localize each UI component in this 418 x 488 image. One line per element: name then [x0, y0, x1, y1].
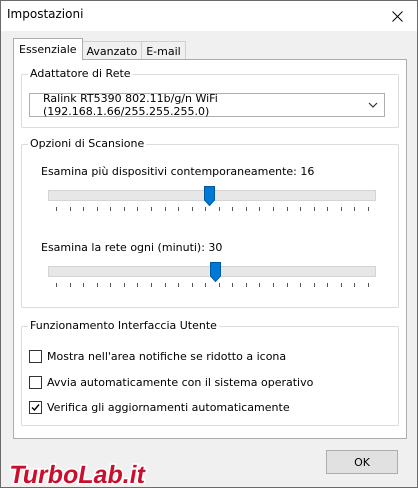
- slider-tick: [164, 207, 166, 211]
- slider-tick: [218, 207, 220, 211]
- slider-tick: [273, 283, 275, 287]
- slider-tick: [313, 283, 315, 287]
- slider-tick: [123, 283, 125, 287]
- tab-strip: Essenziale Avanzato E-mail: [13, 38, 186, 60]
- tab-avanzato[interactable]: Avanzato: [81, 41, 143, 60]
- slider-tick: [56, 207, 57, 211]
- slider-tick: [259, 207, 261, 211]
- slider-tick: [218, 283, 220, 287]
- tray-minimize-label: Mostra nell'area notifiche se ridotto a …: [47, 350, 287, 363]
- slider-tick: [150, 283, 152, 287]
- slider-tick: [232, 207, 234, 211]
- slider-tick: [191, 207, 193, 211]
- ui-behaviour-legend: Funzionamento Interfaccia Utente: [28, 319, 219, 332]
- ok-button[interactable]: OK: [326, 450, 398, 474]
- slider-tick: [110, 283, 112, 287]
- option-tray-minimize[interactable]: Mostra nell'area notifiche se ridotto a …: [29, 350, 286, 363]
- checkmark-icon: [31, 404, 40, 412]
- turbolab-watermark: TurboLab.it: [6, 460, 150, 488]
- option-autostart[interactable]: Avvia automaticamente con il sistema ope…: [29, 376, 313, 389]
- slider-tick: [96, 283, 98, 287]
- slider-tick: [123, 207, 125, 211]
- slider-tick: [178, 207, 180, 211]
- scan-options-legend: Opzioni di Scansione: [28, 137, 147, 150]
- slider-tick: [83, 283, 85, 287]
- slider-tick: [191, 283, 193, 287]
- slider-tick: [69, 283, 71, 287]
- interval-slider-ticks: [48, 283, 376, 289]
- slider-tick: [300, 207, 302, 211]
- adapter-select[interactable]: Ralink RT5390 802.11b/g/n WiFi (192.168.…: [29, 92, 385, 118]
- slider-tick: [354, 283, 356, 287]
- slider-tick: [178, 283, 180, 287]
- slider-tick: [340, 207, 342, 211]
- check-updates-checkbox[interactable]: [29, 401, 42, 414]
- slider-tick: [368, 207, 369, 211]
- option-check-updates[interactable]: Verifica gli aggiornamenti automaticamen…: [29, 401, 290, 414]
- window-title: Impostazioni: [7, 7, 84, 21]
- slider-tick: [164, 283, 166, 287]
- slider-tick: [83, 207, 85, 211]
- slider-tick: [327, 207, 329, 211]
- close-icon: [391, 10, 403, 22]
- devices-slider-thumb[interactable]: [203, 186, 215, 206]
- ok-button-label: OK: [354, 455, 370, 469]
- slider-tick: [245, 283, 247, 287]
- slider-tick: [368, 283, 369, 287]
- slider-tick: [150, 207, 152, 211]
- slider-tick: [110, 207, 112, 211]
- slider-tick: [137, 283, 139, 287]
- slider-tick: [205, 207, 207, 211]
- check-updates-label: Verifica gli aggiornamenti automaticamen…: [47, 401, 290, 414]
- autostart-label: Avvia automaticamente con il sistema ope…: [47, 376, 314, 389]
- tray-minimize-checkbox[interactable]: [29, 350, 42, 363]
- tab-label: E-mail: [146, 44, 181, 58]
- slider-tick: [137, 207, 139, 211]
- svg-text:TurboLab.it: TurboLab.it: [7, 461, 148, 488]
- slider-tick: [300, 283, 302, 287]
- slider-tick: [96, 207, 98, 211]
- devices-label: Esamina più dispositivi contemporaneamen…: [41, 165, 315, 178]
- interval-slider-thumb[interactable]: [210, 262, 222, 282]
- slider-tick: [245, 207, 247, 211]
- slider-tick: [327, 283, 329, 287]
- tab-email[interactable]: E-mail: [141, 41, 186, 60]
- slider-tick: [313, 207, 315, 211]
- tab-label: Essenziale: [19, 43, 77, 56]
- close-button[interactable]: [377, 1, 417, 31]
- slider-tick: [56, 283, 57, 287]
- interval-label: Esamina la rete ogni (minuti): 30: [41, 241, 223, 254]
- tab-label: Avanzato: [86, 44, 138, 58]
- slider-tick: [354, 207, 356, 211]
- autostart-checkbox[interactable]: [29, 376, 42, 389]
- chevron-down-icon: [368, 102, 378, 108]
- slider-tick: [232, 283, 234, 287]
- slider-tick: [340, 283, 342, 287]
- tab-essenziale[interactable]: Essenziale: [13, 38, 83, 60]
- slider-tick: [286, 207, 288, 211]
- slider-tick: [273, 207, 275, 211]
- settings-window: Impostazioni Essenziale Avanzato E-mail …: [0, 0, 418, 488]
- title-bar: Impostazioni: [1, 1, 417, 31]
- slider-tick: [205, 283, 207, 287]
- devices-slider-ticks: [48, 207, 376, 213]
- adapter-select-value: Ralink RT5390 802.11b/g/n WiFi (192.168.…: [43, 92, 218, 118]
- adapter-group-legend: Adattatore di Rete: [28, 67, 133, 80]
- slider-tick: [69, 207, 71, 211]
- slider-tick: [286, 283, 288, 287]
- slider-tick: [259, 283, 261, 287]
